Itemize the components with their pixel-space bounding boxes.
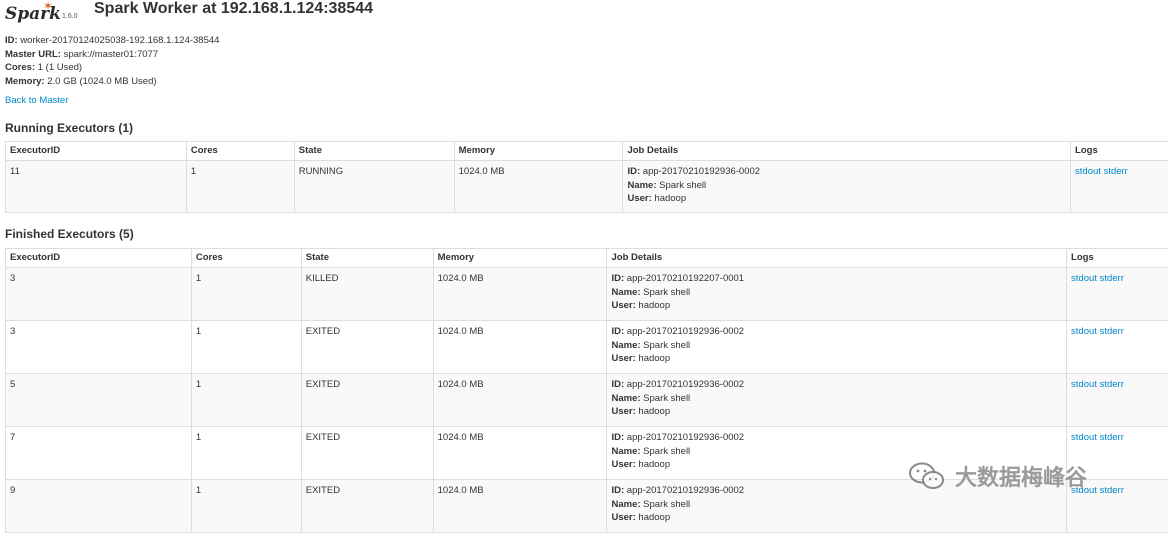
info-memory: Memory: 2.0 GB (1024.0 MB Used): [5, 75, 219, 89]
cell-logs: stdout stderr: [1071, 161, 1168, 213]
running-executors-table: ExecutorID Cores State Memory Job Detail…: [5, 141, 1168, 213]
stderr-link[interactable]: stderr: [1100, 326, 1124, 337]
col-cores[interactable]: Cores: [186, 142, 294, 161]
back-to-master-link[interactable]: Back to Master: [5, 95, 68, 106]
col-cores[interactable]: Cores: [191, 249, 301, 268]
cell-state: KILLED: [301, 268, 433, 321]
stdout-link[interactable]: stdout: [1071, 432, 1097, 443]
cell-job-details: ID: app-20170210192936-0002 Name: Spark …: [623, 161, 1071, 213]
col-logs[interactable]: Logs: [1071, 142, 1168, 161]
col-memory[interactable]: Memory: [433, 249, 607, 268]
cell-executor-id: 9: [6, 480, 192, 533]
stdout-link[interactable]: stdout: [1075, 166, 1101, 177]
cell-executor-id: 3: [6, 321, 192, 374]
cell-state: RUNNING: [294, 161, 454, 213]
cell-memory: 1024.0 MB: [433, 427, 607, 480]
info-cores: Cores: 1 (1 Used): [5, 61, 219, 75]
info-master-url: Master URL: spark://master01:7077: [5, 48, 219, 62]
stderr-link[interactable]: stderr: [1104, 166, 1128, 177]
version-label: 1.6.0: [62, 13, 78, 20]
col-state[interactable]: State: [294, 142, 454, 161]
table-row: 3 1 KILLED 1024.0 MB ID: app-20170210192…: [6, 268, 1168, 321]
stderr-link[interactable]: stderr: [1100, 379, 1124, 390]
col-state[interactable]: State: [301, 249, 433, 268]
star-icon: ✶: [43, 0, 53, 13]
col-executor-id[interactable]: ExecutorID: [6, 142, 187, 161]
col-memory[interactable]: Memory: [454, 142, 623, 161]
cell-state: EXITED: [301, 321, 433, 374]
table-header-row: ExecutorID Cores State Memory Job Detail…: [6, 142, 1168, 161]
cell-executor-id: 7: [6, 427, 192, 480]
cell-logs: stdout stderr: [1067, 321, 1168, 374]
cell-cores: 1: [191, 427, 301, 480]
cell-executor-id: 11: [6, 161, 187, 213]
cell-logs: stdout stderr: [1067, 374, 1168, 427]
watermark: 大数据梅峰谷: [907, 460, 1087, 492]
stdout-link[interactable]: stdout: [1071, 379, 1097, 390]
table-row: 5 1 EXITED 1024.0 MB ID: app-20170210192…: [6, 374, 1168, 427]
col-job-details[interactable]: Job Details: [623, 142, 1071, 161]
col-logs[interactable]: Logs: [1067, 249, 1168, 268]
col-executor-id[interactable]: ExecutorID: [6, 249, 192, 268]
stdout-link[interactable]: stdout: [1071, 273, 1097, 284]
stderr-link[interactable]: stderr: [1100, 273, 1124, 284]
cell-cores: 1: [191, 480, 301, 533]
page-title: Spark Worker at 192.168.1.124:38544: [94, 0, 373, 18]
cell-cores: 1: [191, 268, 301, 321]
spark-logo[interactable]: Spark ✶ 1.6.0: [5, 1, 67, 23]
cell-job-details: ID: app-20170210192936-0002 Name: Spark …: [607, 374, 1067, 427]
cell-executor-id: 5: [6, 374, 192, 427]
running-executors-title: Running Executors (1): [5, 121, 133, 135]
worker-info: ID: worker-20170124025038-192.168.1.124-…: [5, 34, 219, 88]
cell-memory: 1024.0 MB: [433, 268, 607, 321]
cell-memory: 1024.0 MB: [433, 321, 607, 374]
table-header-row: ExecutorID Cores State Memory Job Detail…: [6, 249, 1168, 268]
finished-executors-title: Finished Executors (5): [5, 227, 134, 241]
cell-memory: 1024.0 MB: [433, 374, 607, 427]
cell-cores: 1: [191, 374, 301, 427]
stdout-link[interactable]: stdout: [1071, 326, 1097, 337]
table-row: 3 1 EXITED 1024.0 MB ID: app-20170210192…: [6, 321, 1168, 374]
cell-memory: 1024.0 MB: [433, 480, 607, 533]
cell-state: EXITED: [301, 374, 433, 427]
cell-state: EXITED: [301, 480, 433, 533]
cell-job-details: ID: app-20170210192207-0001 Name: Spark …: [607, 268, 1067, 321]
wechat-icon: [907, 461, 947, 491]
table-row: 11 1 RUNNING 1024.0 MB ID: app-201702101…: [6, 161, 1168, 213]
cell-logs: stdout stderr: [1067, 268, 1168, 321]
stderr-link[interactable]: stderr: [1100, 485, 1124, 496]
cell-cores: 1: [186, 161, 294, 213]
cell-cores: 1: [191, 321, 301, 374]
cell-state: EXITED: [301, 427, 433, 480]
cell-memory: 1024.0 MB: [454, 161, 623, 213]
stderr-link[interactable]: stderr: [1100, 432, 1124, 443]
cell-job-details: ID: app-20170210192936-0002 Name: Spark …: [607, 321, 1067, 374]
cell-executor-id: 3: [6, 268, 192, 321]
info-id: ID: worker-20170124025038-192.168.1.124-…: [5, 34, 219, 48]
watermark-text: 大数据梅峰谷: [955, 460, 1087, 492]
col-job-details[interactable]: Job Details: [607, 249, 1067, 268]
